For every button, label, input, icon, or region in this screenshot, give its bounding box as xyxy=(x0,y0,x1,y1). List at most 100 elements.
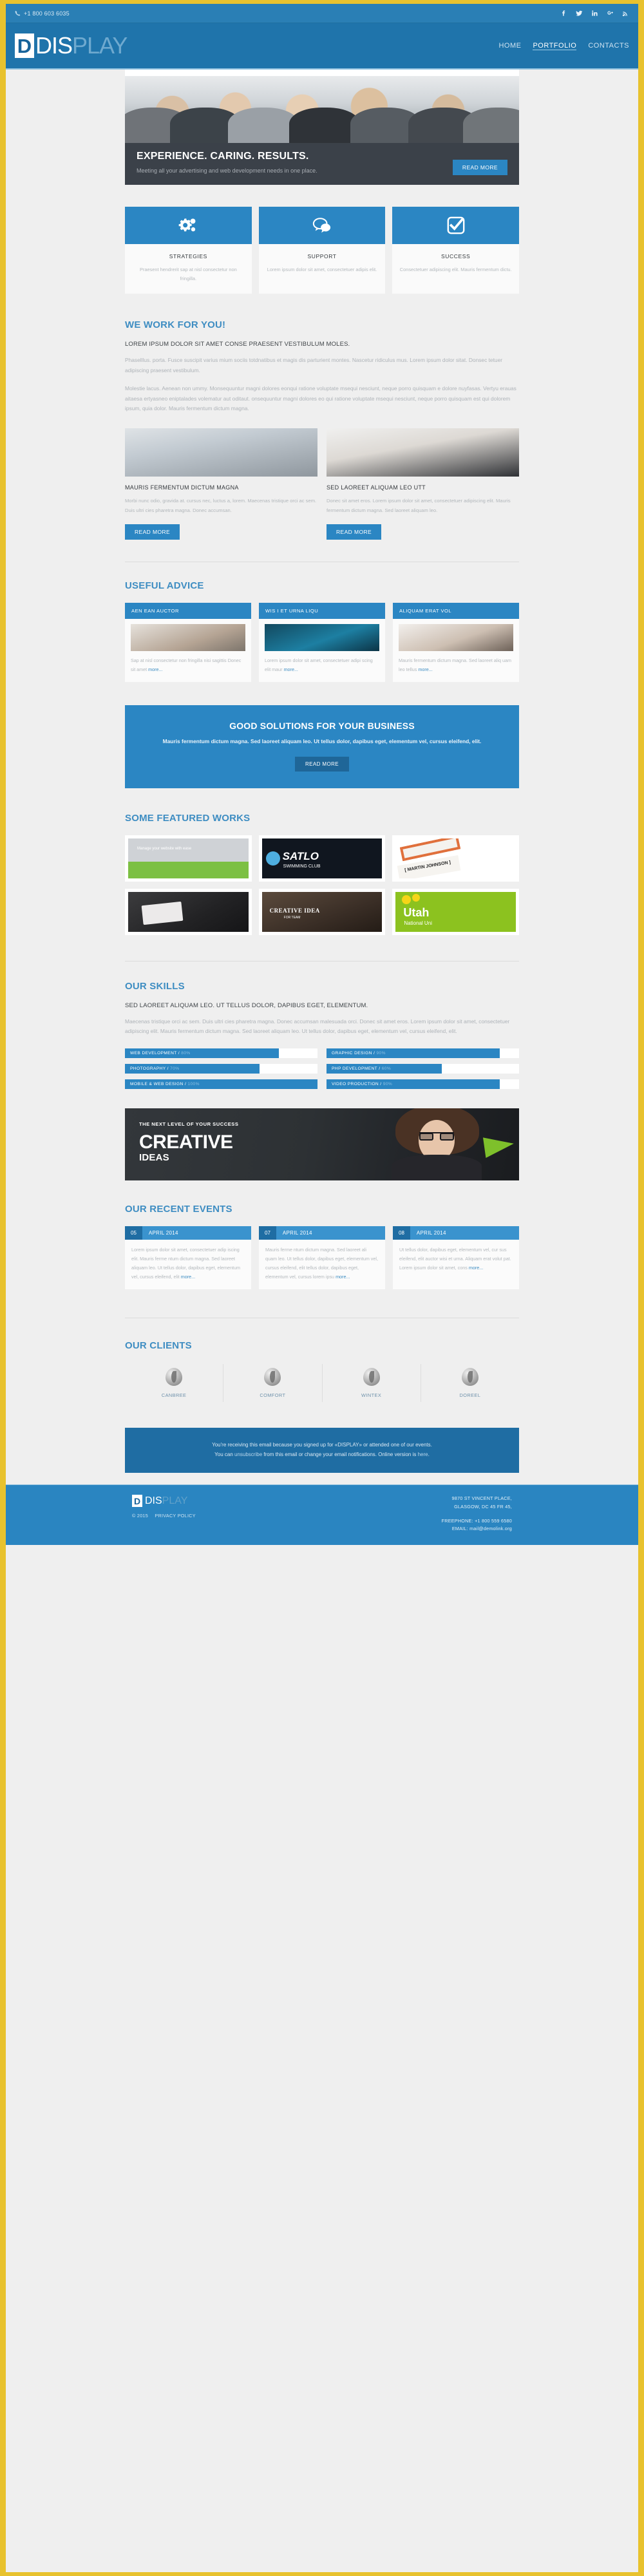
event-card[interactable]: 05 APRIL 2014 Lorem ipsum dolor sit amet… xyxy=(125,1226,251,1290)
advice-card-text: Sap at nisl consectetur non fringilla ni… xyxy=(131,657,242,672)
event-more-link[interactable]: more... xyxy=(336,1274,350,1280)
feature-title: SUPPORT xyxy=(307,253,337,260)
skill-bar-php-development: PHP DEVELOPMENT / 60% xyxy=(327,1063,519,1074)
works-section: SOME FEATURED WORKS Manage your website … xyxy=(125,788,519,935)
advice-card[interactable]: ALIQUAM ERAT VOL Mauris fermentum dictum… xyxy=(393,602,519,682)
footer-copyright: © 2015 PRIVACY POLICY xyxy=(132,1513,196,1519)
cta-title: GOOD SOLUTIONS FOR YOUR BUSINESS xyxy=(229,720,415,731)
advice-more-link[interactable]: more... xyxy=(284,667,298,672)
nav-item-contacts[interactable]: CONTACTS xyxy=(588,42,629,50)
feature-text: Lorem ipsum dolor sit amet, consectetuer… xyxy=(267,267,377,273)
work-caption: Utah xyxy=(403,905,430,919)
advice-card-text: Mauris fermentum dictum magna. Sed laore… xyxy=(399,657,511,672)
column-card-right: SED LAOREET ALIQUAM LEO UTT Donec sit am… xyxy=(327,428,519,540)
footer-email[interactable]: EMAIL: mail@demolink.org xyxy=(442,1525,512,1533)
column-card-left: MAURIS FERMENTUM DICTUM MAGNA Morbi nunc… xyxy=(125,428,317,540)
social-links xyxy=(560,10,629,17)
work-caption: CREATIVE IDEA xyxy=(269,907,320,914)
skill-label: WEB DEVELOPMENT / xyxy=(130,1050,180,1056)
work-item[interactable] xyxy=(125,888,252,935)
column-image-left xyxy=(125,428,317,477)
column-read-more-button[interactable]: READ MORE xyxy=(327,524,382,540)
column-title: SED LAOREET ALIQUAM LEO UTT xyxy=(327,484,426,491)
column-read-more-button[interactable]: READ MORE xyxy=(125,524,180,540)
work-item[interactable]: [ MARTIN JOHNSON ] xyxy=(392,835,519,882)
advice-section: USEFUL ADVICE AEN EAN AUCTOR Sap at nisl… xyxy=(125,562,519,682)
advice-card-image xyxy=(399,623,513,651)
feature-title: SUCCESS xyxy=(441,253,471,260)
client-item[interactable]: CANBREE xyxy=(125,1364,224,1403)
model-body xyxy=(392,1154,482,1180)
hero-text: Meeting all your advertising and web dev… xyxy=(137,167,317,174)
hero-read-more-button[interactable]: READ MORE xyxy=(452,160,507,175)
logo-badge: D xyxy=(15,33,34,58)
work-item[interactable]: SATLO SWIMMING CLUB xyxy=(258,835,386,882)
skill-label: PHOTOGRAPHY / xyxy=(130,1066,169,1071)
skills-section: OUR SKILLS SED LAOREET ALIQUAM LEO. UT T… xyxy=(125,961,519,1089)
advice-card-header: AEN EAN AUCTOR xyxy=(125,602,251,619)
skill-bar-video-production: VIDEO PRODUCTION / 90% xyxy=(327,1079,519,1089)
section-title-works: SOME FEATURED WORKS xyxy=(125,812,251,824)
privacy-policy-link[interactable]: PRIVACY POLICY xyxy=(155,1513,195,1519)
phone-number[interactable]: +1 800 603 6035 xyxy=(15,10,70,17)
event-card[interactable]: 08 APRIL 2014 Ut tellus dolor, dapibus e… xyxy=(393,1226,519,1290)
client-item[interactable]: COMFORT xyxy=(223,1364,323,1403)
rss-icon[interactable] xyxy=(622,10,629,17)
skill-bar-photography: PHOTOGRAPHY / 70% xyxy=(125,1063,317,1074)
feature-card-success[interactable]: SUCCESS Consectetuer adipiscing elit. Ma… xyxy=(392,207,520,294)
section-title-clients: OUR CLIENTS xyxy=(125,1340,192,1352)
work-caption: SATLO xyxy=(282,849,319,862)
section-title-advice: USEFUL ADVICE xyxy=(125,580,204,591)
feature-card-strategies[interactable]: STRATEGIES Praesent hendrerit sap at nis… xyxy=(125,207,252,294)
skill-bar-web-development: WEB DEVELOPMENT / 80% xyxy=(125,1048,317,1058)
footer-logo-badge: D xyxy=(132,1495,142,1508)
footer-logo-secondary: PLAY xyxy=(162,1495,188,1506)
work-thumb-dark-card xyxy=(128,891,249,932)
advice-more-link[interactable]: more... xyxy=(418,667,432,672)
twitter-icon[interactable] xyxy=(576,10,583,17)
two-column-section: MAURIS FERMENTUM DICTUM MAGNA Morbi nunc… xyxy=(125,414,519,540)
work-item[interactable]: Utah National Uni xyxy=(392,888,519,935)
email-notice: You're receiving this email because you … xyxy=(125,1428,519,1473)
logo[interactable]: D DIS PLAY xyxy=(15,32,128,59)
linkedin-icon[interactable] xyxy=(591,10,598,17)
work-item[interactable]: CREATIVE IDEA FOR TEAM xyxy=(258,888,386,935)
online-version-link[interactable]: here xyxy=(418,1452,428,1457)
event-card[interactable]: 07 APRIL 2014 Mauris ferme ntum dictum m… xyxy=(259,1226,385,1290)
nav-item-portfolio[interactable]: PORTFOLIO xyxy=(533,42,577,50)
client-item[interactable]: WINTEX xyxy=(323,1364,421,1403)
event-more-link[interactable]: more... xyxy=(469,1265,483,1271)
paper-plane-icon xyxy=(482,1133,516,1158)
work-subcaption: National Uni xyxy=(404,920,432,926)
event-text: Lorem ipsum dolor sit amet, consectetuer… xyxy=(131,1246,241,1280)
facebook-icon[interactable] xyxy=(560,10,567,17)
we-work-section: WE WORK FOR YOU! LOREM IPSUM DOLOR SIT A… xyxy=(125,294,519,414)
unsubscribe-link[interactable]: unsubscribe xyxy=(234,1452,262,1457)
hero-title: EXPERIENCE. CARING. RESULTS. xyxy=(137,151,309,162)
notice-line-2: You can unsubscribe from this email or c… xyxy=(214,1452,430,1458)
section-title-we-work: WE WORK FOR YOU! xyxy=(125,319,226,331)
client-name: WINTEX xyxy=(361,1392,382,1399)
client-item[interactable]: DOREEL xyxy=(421,1364,519,1402)
footer-freephone: FREEPHONE: +1 800 559 6580 xyxy=(441,1517,512,1524)
event-more-link[interactable]: more... xyxy=(181,1274,195,1280)
feature-card-support[interactable]: SUPPORT Lorem ipsum dolor sit amet, cons… xyxy=(258,207,386,294)
column-text: Donec sit amet eros. Lorem ipsum dolor s… xyxy=(327,497,511,513)
address-line-1: 9870 ST VINCENT PLACE, xyxy=(451,1495,512,1502)
advice-card[interactable]: AEN EAN AUCTOR Sap at nisl consectetur n… xyxy=(125,602,251,682)
googleplus-icon[interactable] xyxy=(607,10,614,17)
footer-logo[interactable]: D DIS PLAY xyxy=(132,1495,196,1508)
section-title-events: OUR RECENT EVENTS xyxy=(125,1203,232,1215)
skill-label: PHP DEVELOPMENT / xyxy=(332,1066,381,1071)
advice-card[interactable]: WIS I ET URNA LIQU Lorem ipsum dolor sit… xyxy=(259,602,385,682)
events-section: OUR RECENT EVENTS 05 APRIL 2014 Lorem ip… xyxy=(125,1180,519,1290)
skills-subtitle: SED LAOREET ALIQUAM LEO. UT TELLUS DOLOR… xyxy=(125,1001,368,1009)
nav-item-home[interactable]: HOME xyxy=(498,42,521,50)
client-logo-icon xyxy=(461,1368,478,1387)
work-item[interactable]: Manage your website with ease xyxy=(125,835,252,882)
client-name: CANBREE xyxy=(161,1392,187,1399)
creative-banner[interactable]: THE NEXT LEVEL OF YOUR SUCCESS CREATIVE … xyxy=(125,1108,519,1180)
cta-read-more-button[interactable]: READ MORE xyxy=(294,756,350,772)
advice-more-link[interactable]: more... xyxy=(148,667,162,672)
event-text: Mauris ferme ntum dictum magna. Sed laor… xyxy=(265,1246,378,1280)
